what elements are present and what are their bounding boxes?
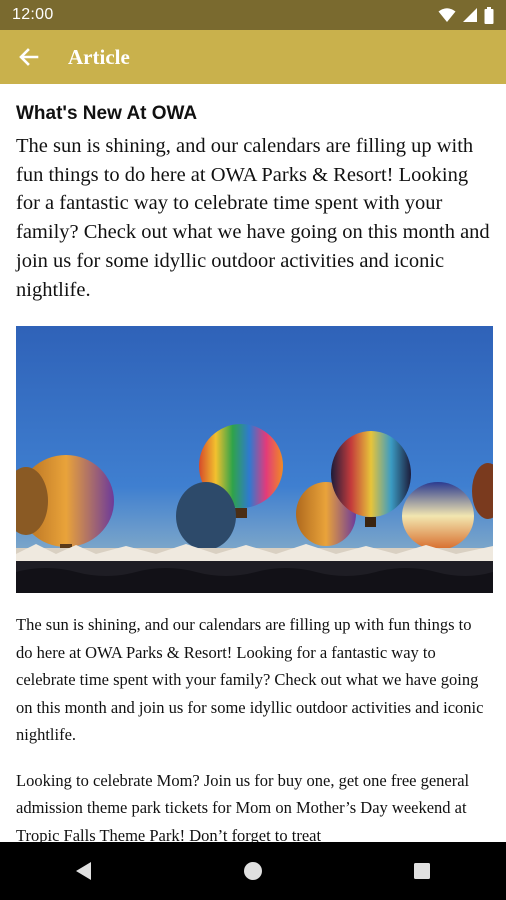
app-bar: Article <box>0 30 506 84</box>
article-content[interactable]: What's New At OWA The sun is shining, an… <box>0 84 506 842</box>
back-button[interactable] <box>0 30 58 84</box>
status-time: 12:00 <box>12 6 54 23</box>
status-bar: 12:00 <box>0 0 506 30</box>
battery-icon <box>484 6 494 24</box>
hero-image-hot-air-balloons <box>16 326 493 594</box>
nav-recents-button[interactable] <box>392 842 452 900</box>
nav-back-button[interactable] <box>54 842 114 900</box>
app-bar-title: Article <box>68 44 130 69</box>
article-lead: The sun is shining, and our calendars ar… <box>16 135 490 301</box>
signal-icon <box>463 8 477 22</box>
article-paragraph: The sun is shining, and our calendars ar… <box>16 615 484 745</box>
wifi-icon <box>438 8 456 22</box>
article-paragraph: Looking to celebrate Mom? Join us for bu… <box>16 770 470 842</box>
article-title: What's New At OWA <box>16 103 198 124</box>
nav-home-button[interactable] <box>223 842 283 900</box>
square-recents-icon <box>413 863 430 879</box>
navigation-bar <box>0 842 506 900</box>
triangle-back-icon <box>76 862 92 880</box>
arrow-left-icon <box>19 48 39 66</box>
status-icons <box>438 6 494 24</box>
circle-home-icon <box>243 862 262 880</box>
